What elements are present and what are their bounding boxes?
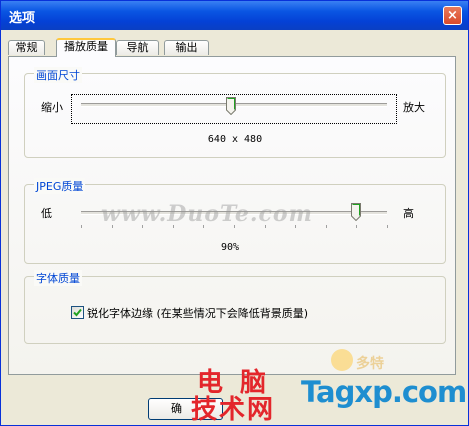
close-icon: × (447, 8, 458, 23)
duote-corner-watermark: 多特 (356, 356, 384, 372)
diannao-watermark-line1: 电 脑 (197, 368, 271, 398)
tab-navigation[interactable]: 导航 (116, 40, 159, 55)
screen-size-title: 画面尺寸 (34, 67, 82, 83)
checkmark-icon (73, 308, 82, 317)
close-button[interactable]: × (443, 6, 462, 25)
jpeg-value: 90% (220, 242, 240, 253)
options-dialog: 选项 × 常规 播放质量 导航 输出 画面尺寸 JPEG质量 字体质量 缩小 放… (0, 0, 469, 426)
sharpen-font-label: 锐化字体边缘 (在某些情况下会降低背景质量) (87, 307, 309, 320)
diannao-watermark-line2: 技术网 (191, 395, 276, 425)
slider-tick (325, 225, 327, 228)
tab-playback-quality[interactable]: 播放质量 (56, 38, 116, 57)
jpeg-min-label: 低 (41, 207, 52, 220)
screen-size-min-label: 缩小 (41, 101, 63, 114)
tab-output[interactable]: 输出 (164, 40, 209, 55)
slider-tick (356, 225, 358, 228)
jpeg-quality-title: JPEG质量 (34, 178, 86, 194)
slider-tick (81, 225, 82, 228)
duote-logo-icon (331, 349, 353, 371)
jpeg-slider-thumb[interactable] (351, 203, 362, 221)
sharpen-font-checkbox[interactable] (71, 306, 84, 319)
screen-size-max-label: 放大 (403, 101, 425, 114)
duote-watermark: www.DuoTe.com (101, 201, 313, 227)
screen-size-value: 640 x 480 (207, 134, 263, 145)
font-quality-title: 字体质量 (34, 270, 82, 286)
tab-general[interactable]: 常规 (8, 40, 45, 55)
tagxp-watermark: Tagxp.com (301, 375, 467, 409)
window-title: 选项 (9, 11, 36, 26)
slider-tick (387, 225, 388, 228)
title-bar[interactable]: 选项 × (1, 1, 468, 30)
jpeg-max-label: 高 (403, 207, 414, 220)
screen-size-slider-thumb[interactable] (225, 97, 236, 115)
